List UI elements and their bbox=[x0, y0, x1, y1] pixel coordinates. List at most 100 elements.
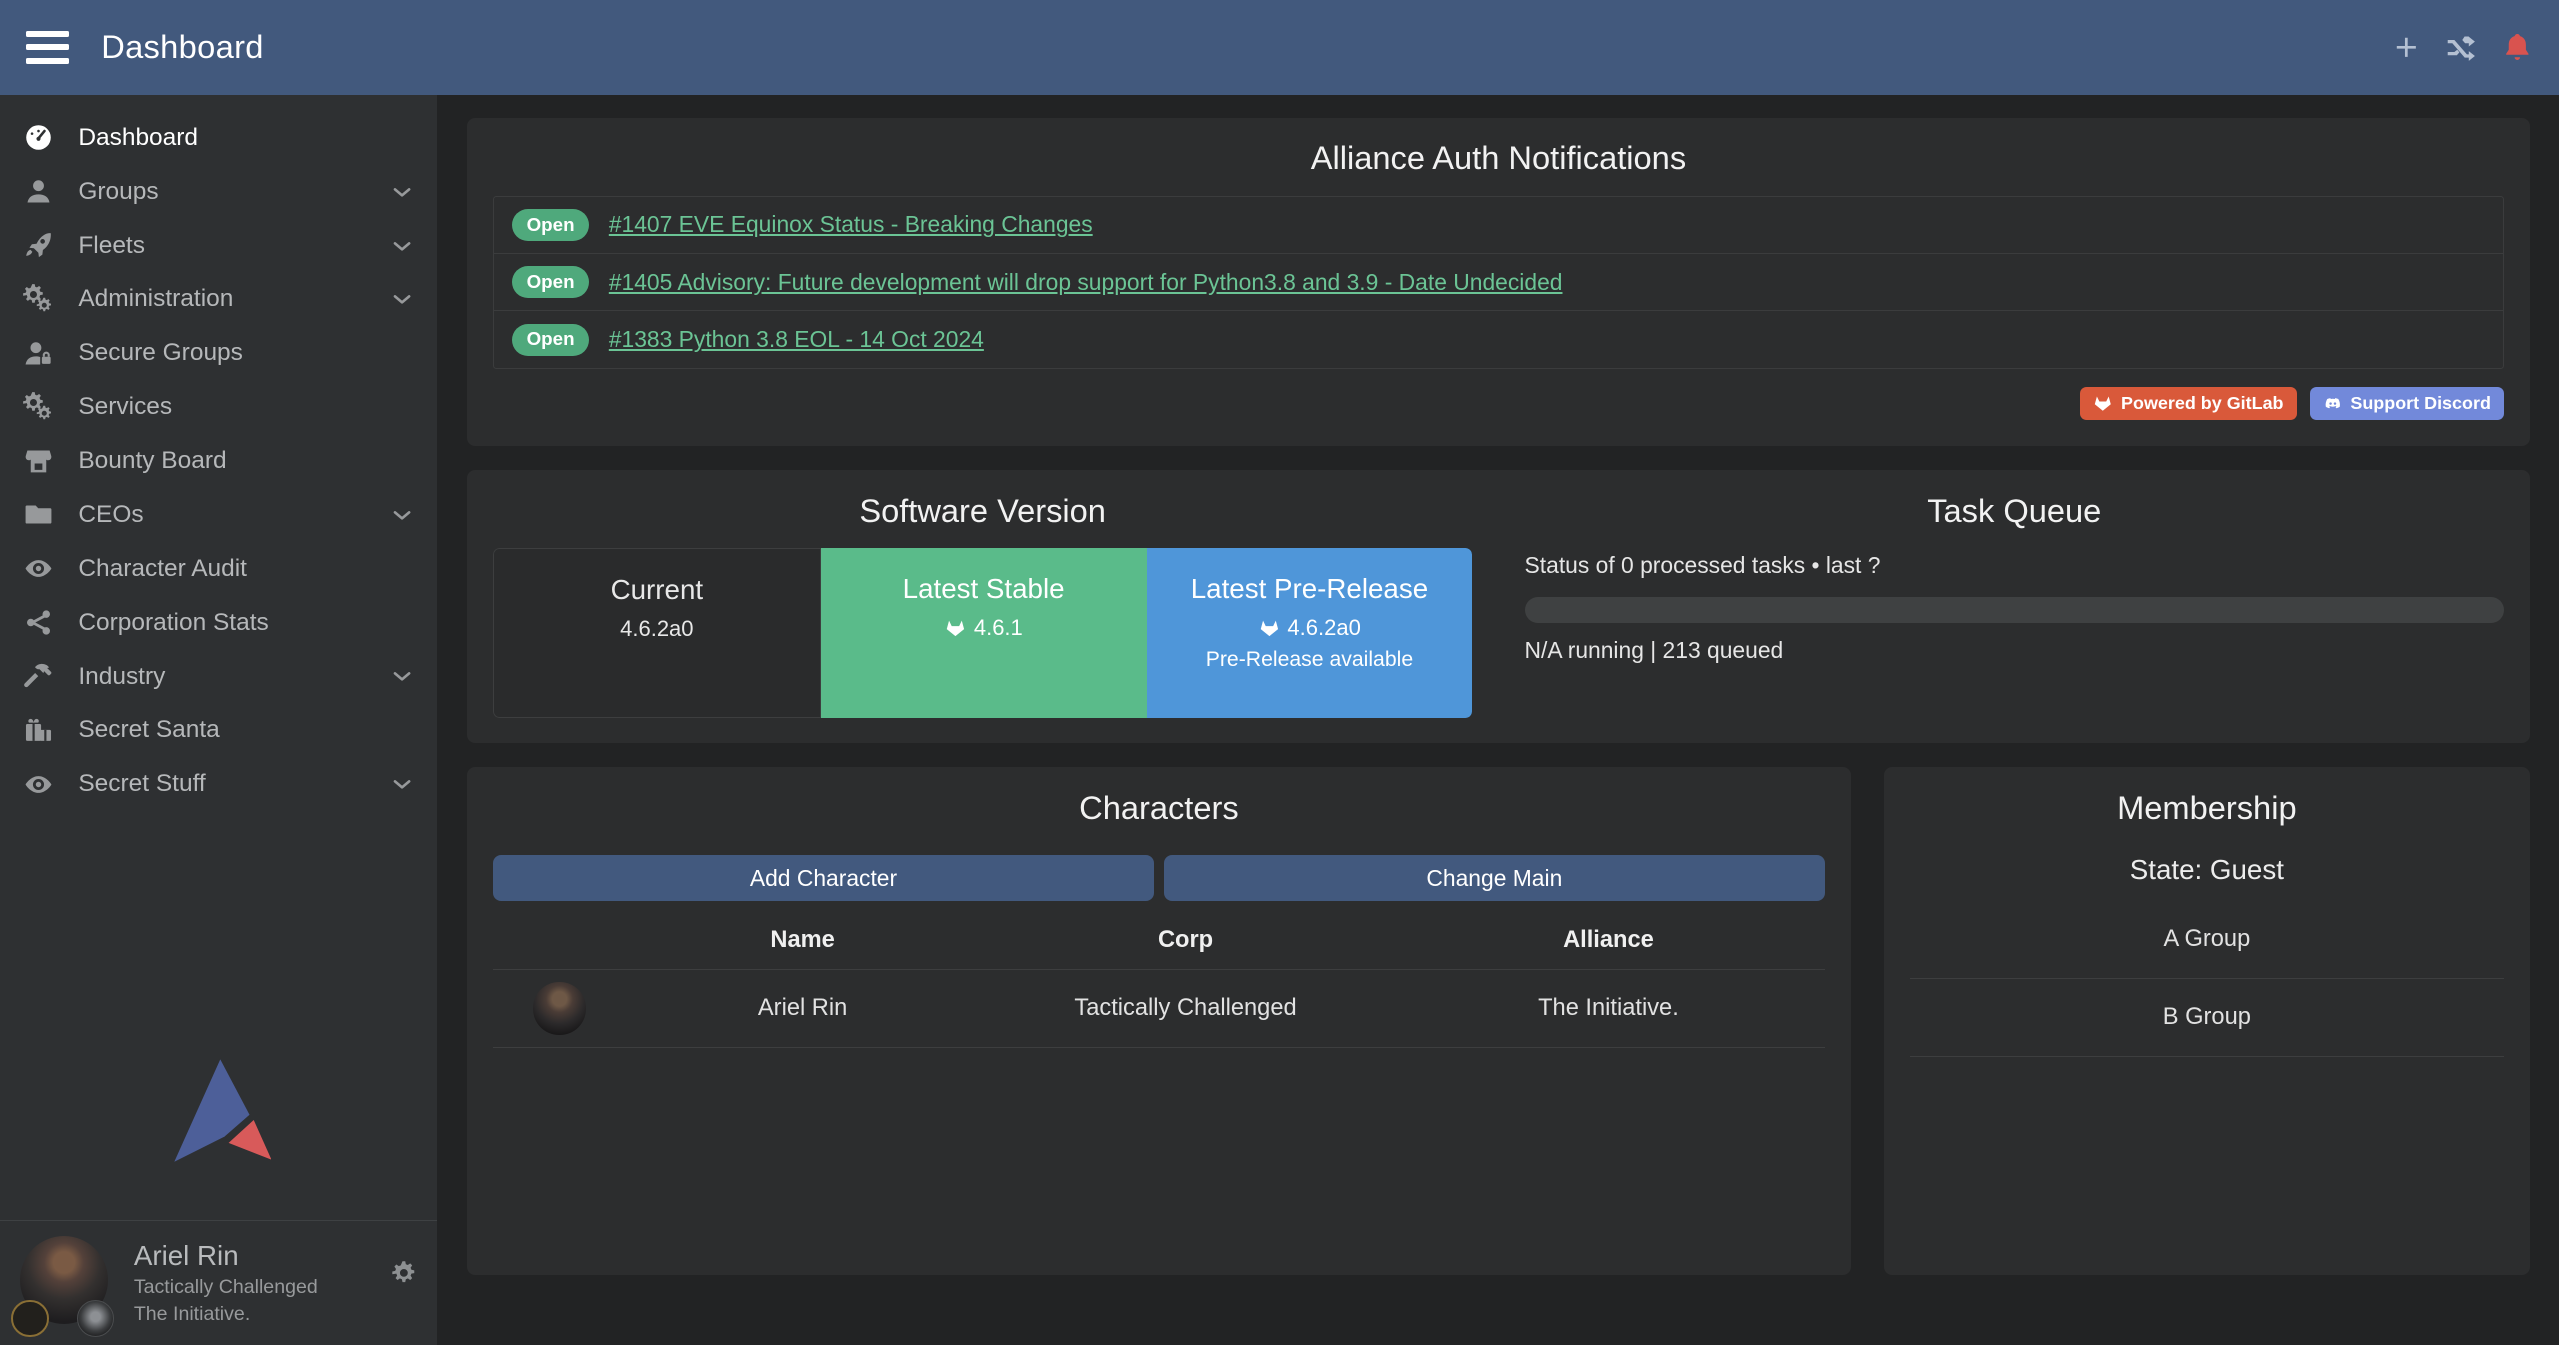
change-main-button[interactable]: Change Main bbox=[1164, 855, 1825, 901]
sidebar-item-industry[interactable]: Industry bbox=[0, 650, 437, 704]
task-queue-section: Task Queue Status of 0 processed tasks •… bbox=[1498, 490, 2530, 723]
characters-panel: Characters Add Character Change Main Nam… bbox=[467, 767, 1851, 1275]
chevron-down-icon bbox=[389, 286, 415, 312]
main-content: Alliance Auth Notifications Open #1407 E… bbox=[437, 95, 2559, 1345]
prerelease-note: Pre-Release available bbox=[1206, 648, 1413, 672]
user-avatar bbox=[20, 1236, 111, 1327]
group-list-item: A Group bbox=[1910, 900, 2504, 978]
top-navbar: Dashboard bbox=[0, 0, 2559, 95]
folder-icon bbox=[23, 499, 54, 530]
notifications-panel: Alliance Auth Notifications Open #1407 E… bbox=[467, 118, 2530, 446]
notification-item: Open #1383 Python 3.8 EOL - 14 Oct 2024 bbox=[494, 311, 2503, 368]
notification-link[interactable]: #1383 Python 3.8 EOL - 14 Oct 2024 bbox=[609, 326, 984, 353]
sidebar-menu: Dashboard Groups Fleets bbox=[0, 95, 437, 811]
portrait-column-header bbox=[493, 917, 626, 969]
user-alliance: The Initiative. bbox=[134, 1301, 318, 1328]
sidebar: Dashboard Groups Fleets bbox=[0, 95, 437, 1345]
status-badge: Open bbox=[512, 209, 589, 241]
alliance-auth-logo bbox=[0, 1054, 437, 1220]
discord-icon bbox=[2323, 394, 2343, 414]
version-current-box: Current 4.6.2a0 bbox=[493, 548, 821, 718]
task-progress-bar bbox=[1525, 597, 2504, 623]
sidebar-item-character-audit[interactable]: Character Audit bbox=[0, 542, 437, 596]
task-queue-line: N/A running | 213 queued bbox=[1525, 637, 2504, 664]
membership-panel: Membership State: Guest A Group B Group bbox=[1884, 767, 2530, 1275]
gauge-icon bbox=[23, 122, 54, 153]
task-status-line: Status of 0 processed tasks • last ? bbox=[1525, 552, 2504, 579]
sidebar-item-fleets[interactable]: Fleets bbox=[0, 219, 437, 273]
sidebar-item-groups[interactable]: Groups bbox=[0, 165, 437, 219]
sidebar-item-secret-santa[interactable]: Secret Santa bbox=[0, 703, 437, 757]
status-badge: Open bbox=[512, 266, 589, 298]
gitlab-tanuki-icon bbox=[2093, 394, 2113, 414]
notifications-bell-icon[interactable] bbox=[2501, 31, 2534, 64]
page-title: Dashboard bbox=[101, 28, 264, 66]
alliance-logo-badge bbox=[77, 1300, 115, 1338]
character-portrait bbox=[533, 982, 585, 1034]
eye-icon bbox=[23, 769, 54, 800]
add-icon[interactable] bbox=[2390, 31, 2423, 64]
user-icon bbox=[23, 176, 54, 207]
chevron-down-icon bbox=[389, 233, 415, 259]
sidebar-item-bounty-board[interactable]: Bounty Board bbox=[0, 434, 437, 488]
sidebar-item-dashboard[interactable]: Dashboard bbox=[0, 111, 437, 165]
membership-group-list: A Group B Group bbox=[1910, 900, 2504, 1057]
shuffle-icon[interactable] bbox=[2445, 31, 2478, 64]
notifications-list: Open #1407 EVE Equinox Status - Breaking… bbox=[493, 196, 2504, 369]
notification-link[interactable]: #1407 EVE Equinox Status - Breaking Chan… bbox=[609, 211, 1093, 238]
user-corp: Tactically Challenged bbox=[134, 1274, 318, 1301]
discord-badge[interactable]: Support Discord bbox=[2310, 387, 2504, 420]
sidebar-item-secret-stuff[interactable]: Secret Stuff bbox=[0, 757, 437, 811]
user-panel: Ariel Rin Tactically Challenged The Init… bbox=[0, 1220, 437, 1345]
group-list-item: B Group bbox=[1910, 979, 2504, 1057]
share-nodes-icon bbox=[23, 607, 54, 638]
add-character-button[interactable]: Add Character bbox=[493, 855, 1154, 901]
gifts-icon bbox=[23, 715, 54, 746]
version-prerelease-box: Latest Pre-Release 4.6.2a0 Pre-Release a… bbox=[1147, 548, 1473, 718]
name-column-header: Name bbox=[626, 917, 979, 969]
menu-toggle-icon[interactable] bbox=[26, 31, 68, 64]
character-name: Ariel Rin bbox=[626, 969, 979, 1047]
rocket-icon bbox=[23, 230, 54, 261]
gears-icon bbox=[23, 284, 54, 315]
version-stable-box: Latest Stable 4.6.1 bbox=[821, 548, 1147, 718]
corp-column-header: Corp bbox=[979, 917, 1392, 969]
character-corp: Tactically Challenged bbox=[979, 969, 1392, 1047]
hammer-icon bbox=[23, 661, 54, 692]
corp-logo-badge bbox=[11, 1300, 49, 1338]
sidebar-item-services[interactable]: Services bbox=[0, 380, 437, 434]
sidebar-item-secure-groups[interactable]: Secure Groups bbox=[0, 326, 437, 380]
chevron-down-icon bbox=[389, 502, 415, 528]
chevron-down-icon bbox=[389, 179, 415, 205]
user-lock-icon bbox=[23, 338, 54, 369]
notification-item: Open #1405 Advisory: Future development … bbox=[494, 254, 2503, 311]
store-icon bbox=[23, 446, 54, 477]
gitlab-tanuki-icon bbox=[944, 618, 967, 639]
task-queue-title: Task Queue bbox=[1525, 490, 2504, 532]
prerelease-version: 4.6.2a0 bbox=[1287, 615, 1360, 641]
membership-title: Membership bbox=[1910, 787, 2504, 829]
sidebar-item-corporation-stats[interactable]: Corporation Stats bbox=[0, 596, 437, 650]
alliance-column-header: Alliance bbox=[1392, 917, 1825, 969]
characters-title: Characters bbox=[493, 787, 1825, 829]
alliance-auth-dashboard: Dashboard Dashboard bbox=[0, 0, 2559, 1345]
notification-link[interactable]: #1405 Advisory: Future development will … bbox=[609, 269, 1563, 296]
user-name: Ariel Rin bbox=[134, 1239, 318, 1274]
status-panel: Software Version Current 4.6.2a0 Latest … bbox=[467, 470, 2530, 743]
gears-icon bbox=[23, 392, 54, 423]
chevron-down-icon bbox=[389, 663, 415, 689]
sidebar-item-administration[interactable]: Administration bbox=[0, 273, 437, 327]
gitlab-tanuki-icon bbox=[1258, 618, 1281, 639]
chevron-down-icon bbox=[389, 771, 415, 797]
settings-gear-icon[interactable] bbox=[390, 1259, 418, 1287]
software-version-title: Software Version bbox=[493, 490, 1472, 532]
sidebar-item-ceos[interactable]: CEOs bbox=[0, 488, 437, 542]
character-row: Ariel Rin Tactically Challenged The Init… bbox=[493, 969, 1825, 1047]
current-version: 4.6.2a0 bbox=[620, 616, 693, 642]
software-version-section: Software Version Current 4.6.2a0 Latest … bbox=[467, 490, 1499, 723]
notifications-title: Alliance Auth Notifications bbox=[493, 137, 2504, 179]
character-alliance: The Initiative. bbox=[1392, 969, 1825, 1047]
gitlab-badge[interactable]: Powered by GitLab bbox=[2080, 387, 2296, 420]
eye-icon bbox=[23, 553, 54, 584]
notification-item: Open #1407 EVE Equinox Status - Breaking… bbox=[494, 197, 2503, 254]
